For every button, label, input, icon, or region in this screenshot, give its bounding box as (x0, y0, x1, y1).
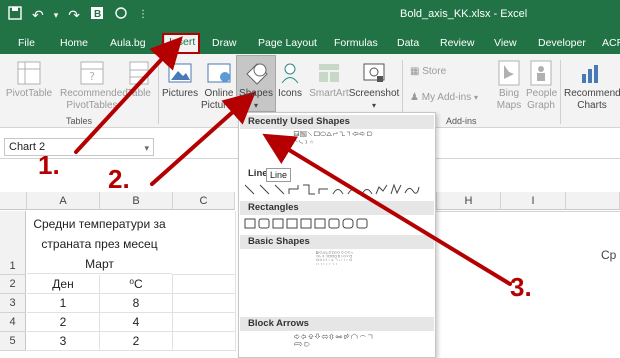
annotation-label-2: 2. (108, 164, 130, 194)
shapes-label: Shapes (239, 88, 273, 99)
arrow-2 (150, 91, 256, 186)
arrow-3 (262, 133, 512, 286)
annotation-label-1: 1. (38, 150, 60, 180)
arrow-1 (74, 36, 183, 154)
shapes-icon (246, 63, 268, 85)
shapes-button[interactable]: Shapes ▾ (238, 60, 274, 112)
shapes-dropdown-icon: ▾ (253, 101, 258, 110)
annotation-label-3: 3. (510, 272, 532, 302)
annotation-arrows (74, 36, 512, 286)
